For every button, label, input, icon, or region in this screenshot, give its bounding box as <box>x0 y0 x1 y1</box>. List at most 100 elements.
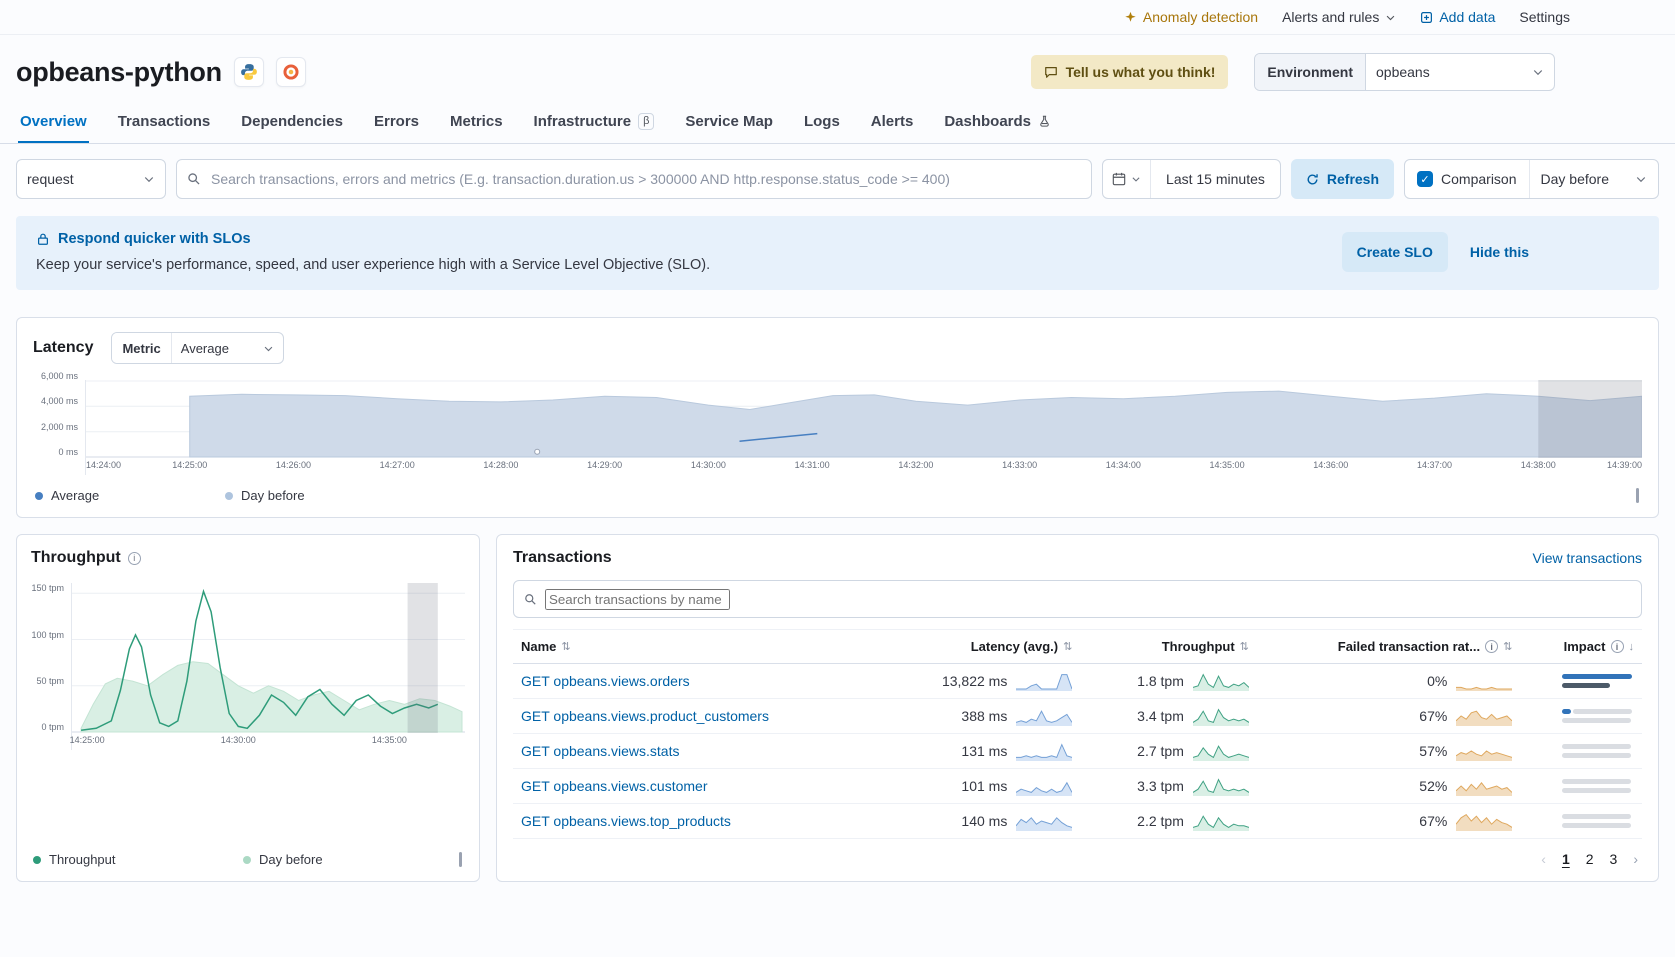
tab-transactions[interactable]: Transactions <box>116 103 213 143</box>
feedback-button[interactable]: Tell us what you think! <box>1031 55 1229 89</box>
latency-metric-select[interactable]: Average <box>172 333 283 363</box>
tab-alerts[interactable]: Alerts <box>869 103 916 143</box>
comparison-checkbox[interactable]: ✓ Comparison <box>1405 171 1528 187</box>
legend-scrollbar[interactable] <box>459 852 462 867</box>
transaction-link[interactable]: GET opbeans.views.customer <box>521 778 708 794</box>
transaction-link[interactable]: GET opbeans.views.stats <box>521 743 679 759</box>
feedback-label: Tell us what you think! <box>1066 64 1216 80</box>
x-axis-label: 14:30:00 <box>691 460 726 470</box>
environment-select[interactable]: opbeans <box>1366 54 1554 90</box>
search-icon <box>524 593 537 606</box>
settings-link[interactable]: Settings <box>1519 9 1570 25</box>
page-3-button[interactable]: 3 <box>1610 851 1618 867</box>
throughput-chart[interactable]: 150 tpm100 tpm50 tpm0 tpm 14:25:0014:30:… <box>31 583 465 750</box>
metric-value: 2.7 tpm <box>1137 743 1184 759</box>
x-axis-label: 14:32:00 <box>898 460 933 470</box>
transaction-type-select[interactable]: request <box>16 159 166 199</box>
alerts-and-rules-menu[interactable]: Alerts and rules <box>1282 9 1396 25</box>
settings-label: Settings <box>1519 9 1570 25</box>
column-header-failed-rate[interactable]: Failed transaction rat...i⇅ <box>1257 630 1520 664</box>
lock-icon <box>36 232 50 246</box>
legend-item-day-before[interactable]: Day before <box>225 488 305 503</box>
tab-service-map[interactable]: Service Map <box>683 103 775 143</box>
x-axis-label: 14:26:00 <box>276 460 311 470</box>
chevron-down-icon <box>143 173 155 185</box>
page-title: opbeans-python <box>16 57 222 88</box>
legend-item-day-before[interactable]: Day before <box>243 852 323 867</box>
tech-preview-flask-icon <box>1038 115 1051 128</box>
x-axis-label: 14:25:00 <box>172 460 207 470</box>
metric-value: 2.2 tpm <box>1137 813 1184 829</box>
page-1-button[interactable]: 1 <box>1562 851 1570 867</box>
x-axis-label: 14:33:00 <box>1002 460 1037 470</box>
impact-bar <box>1562 744 1632 758</box>
tab-label: Logs <box>804 113 840 130</box>
column-header-name[interactable]: Name⇅ <box>513 630 878 664</box>
latency-chart[interactable]: 6,000 ms4,000 ms2,000 ms0 ms 14:24:0014:… <box>33 380 1642 475</box>
refresh-button[interactable]: Refresh <box>1291 159 1394 199</box>
tab-overview[interactable]: Overview <box>18 103 89 143</box>
column-header-latency[interactable]: Latency (avg.)⇅ <box>878 630 1080 664</box>
tab-dependencies[interactable]: Dependencies <box>239 103 345 143</box>
prev-page-button[interactable]: ‹ <box>1541 851 1546 867</box>
x-axis-label: 14:28:00 <box>483 460 518 470</box>
comparison-select[interactable]: Day before <box>1529 160 1658 198</box>
tab-metrics[interactable]: Metrics <box>448 103 505 143</box>
transaction-link[interactable]: GET opbeans.views.product_customers <box>521 708 769 724</box>
alerts-and-rules-label: Alerts and rules <box>1282 9 1379 25</box>
kql-search-input[interactable] <box>209 170 1081 188</box>
metric-value: 131 ms <box>961 743 1007 759</box>
transaction-link[interactable]: GET opbeans.views.orders <box>521 673 690 689</box>
anomaly-detection-label: Anomaly detection <box>1143 9 1258 25</box>
impact-bar <box>1562 674 1632 688</box>
latency-panel: Latency Metric Average 6,000 ms4,000 ms2… <box>16 317 1659 518</box>
transaction-link[interactable]: GET opbeans.views.top_products <box>521 813 731 829</box>
create-slo-button[interactable]: Create SLO <box>1342 232 1448 272</box>
throughput-x-axis: 14:25:0014:30:0014:35:00 <box>72 735 465 750</box>
x-axis-label: 14:29:00 <box>587 460 622 470</box>
y-axis-label: 0 tpm <box>41 722 64 732</box>
view-transactions-link[interactable]: View transactions <box>1533 550 1642 566</box>
metric-value: 13,822 ms <box>942 673 1007 689</box>
add-data-link[interactable]: Add data <box>1420 9 1495 25</box>
next-page-button[interactable]: › <box>1633 851 1638 867</box>
y-axis-label: 0 ms <box>58 447 78 457</box>
hide-this-link[interactable]: Hide this <box>1470 244 1529 260</box>
chevron-down-icon <box>1532 66 1544 78</box>
slo-description: Keep your service's performance, speed, … <box>36 257 710 273</box>
transactions-search-input[interactable] <box>545 589 730 610</box>
info-icon[interactable]: i <box>128 552 141 565</box>
transactions-table: Name⇅ Latency (avg.)⇅ Throughput⇅ Failed… <box>513 629 1642 839</box>
y-axis-label: 50 tpm <box>36 676 64 686</box>
refresh-label: Refresh <box>1327 171 1379 187</box>
latency-y-axis: 6,000 ms4,000 ms2,000 ms0 ms <box>33 380 85 458</box>
agent-icon <box>276 57 306 87</box>
sparkline <box>1193 741 1249 761</box>
sparkline <box>1193 671 1249 691</box>
legend-item-throughput[interactable]: Throughput <box>33 852 243 867</box>
table-pagination: ‹ 1 2 3 › <box>517 851 1638 867</box>
environment-label: Environment <box>1255 54 1366 90</box>
beta-badge: β <box>638 113 654 130</box>
time-range-button[interactable]: Last 15 minutes <box>1151 171 1280 187</box>
legend-dot <box>33 856 41 864</box>
date-picker-button[interactable] <box>1103 160 1151 198</box>
latency-title: Latency <box>33 339 93 357</box>
tab-infrastructure[interactable]: Infrastructure β <box>532 103 657 143</box>
slo-title-link[interactable]: Respond quicker with SLOs <box>58 231 251 247</box>
legend-item-average[interactable]: Average <box>35 488 225 503</box>
anomaly-detection-link[interactable]: Anomaly detection <box>1124 9 1258 25</box>
column-header-impact[interactable]: Impacti↓ <box>1520 630 1642 664</box>
page-2-button[interactable]: 2 <box>1586 851 1594 867</box>
metric-value: 3.4 tpm <box>1137 708 1184 724</box>
column-header-throughput[interactable]: Throughput⇅ <box>1080 630 1257 664</box>
metric-value: 101 ms <box>961 778 1007 794</box>
tab-logs[interactable]: Logs <box>802 103 842 143</box>
tab-dashboards[interactable]: Dashboards <box>942 103 1053 143</box>
legend-scrollbar[interactable] <box>1636 488 1639 503</box>
add-data-icon <box>1420 11 1433 24</box>
throughput-y-axis: 150 tpm100 tpm50 tpm0 tpm <box>31 583 71 733</box>
throughput-legend: Throughput Day before <box>33 852 463 867</box>
tab-errors[interactable]: Errors <box>372 103 421 143</box>
impact-bar <box>1562 779 1632 793</box>
